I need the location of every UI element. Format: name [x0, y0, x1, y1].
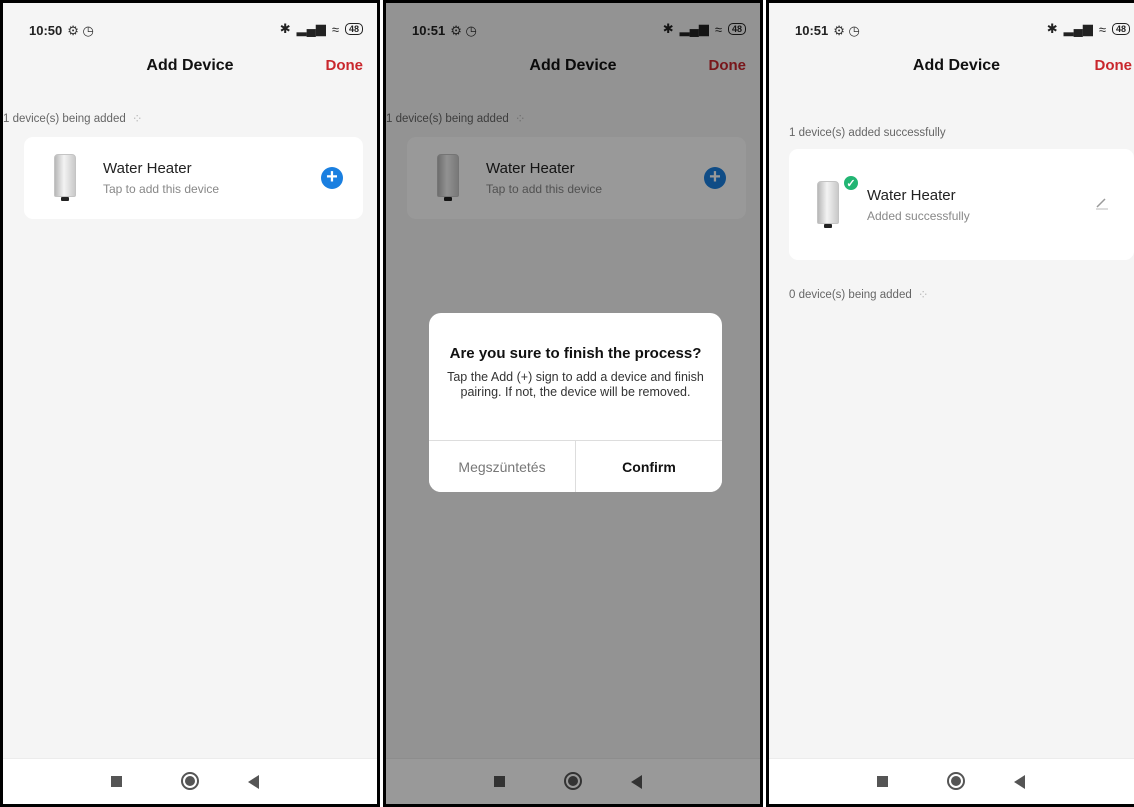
- status-time: 10:50: [29, 23, 63, 38]
- water-heater-icon: [54, 154, 76, 201]
- screen-added-success: 10:51 ⚙ ◷ ✱ ▂▄▆ ≈ 48 Add Device Done 1 de…: [766, 0, 1134, 807]
- water-heater-icon: [817, 181, 839, 228]
- bluetooth-icon: ✱: [1046, 21, 1058, 36]
- page-title: Add Device: [912, 57, 1001, 74]
- nav-header: Add Device Done: [3, 45, 377, 87]
- battery-icon: 48: [344, 23, 363, 35]
- done-button[interactable]: Done: [1095, 57, 1133, 74]
- loading-spinner-icon: ⁘: [917, 287, 929, 302]
- dialog-actions: Megszüntetés Confirm: [429, 440, 722, 492]
- added-success-label: 1 device(s) added successfully: [789, 127, 946, 139]
- cancel-button[interactable]: Megszüntetés: [429, 441, 576, 492]
- being-added-label: 1 device(s) being added ⁘: [3, 111, 143, 126]
- battery-icon: 48: [1111, 23, 1130, 35]
- system-nav-bar: [3, 758, 377, 804]
- device-subtitle: Tap to add this device: [103, 182, 220, 196]
- nav-square-icon[interactable]: [111, 776, 122, 787]
- device-card[interactable]: Water Heater Tap to add this device +: [24, 137, 363, 219]
- pencil-icon[interactable]: [1094, 195, 1110, 211]
- nav-header: Add Device Done: [769, 45, 1134, 87]
- device-name: Water Heater: [103, 160, 192, 177]
- confirm-button[interactable]: Confirm: [576, 441, 722, 492]
- nav-square-icon[interactable]: [877, 776, 888, 787]
- nav-back-icon[interactable]: [248, 775, 259, 789]
- done-button[interactable]: Done: [326, 57, 364, 74]
- device-card-added[interactable]: ✓ Water Heater Added successfully: [789, 149, 1134, 260]
- wifi-icon: ≈: [331, 21, 339, 37]
- alarm-icon: ⚙ ◷: [67, 23, 94, 38]
- signal-icon: ▂▄▆: [1063, 21, 1093, 36]
- add-circle-icon[interactable]: +: [321, 167, 343, 189]
- loading-spinner-icon: ⁘: [131, 111, 143, 126]
- device-subtitle: Added successfully: [867, 209, 970, 223]
- nav-home-icon[interactable]: [181, 772, 199, 790]
- dialog-message: Tap the Add (+) sign to add a device and…: [447, 370, 704, 399]
- status-bar: 10:50 ⚙ ◷ ✱ ▂▄▆ ≈ 48: [3, 3, 377, 45]
- nav-back-icon[interactable]: [1014, 775, 1025, 789]
- dialog-title: Are you sure to finish the process?: [449, 345, 702, 362]
- status-time: 10:51: [795, 23, 829, 38]
- confirm-dialog: Are you sure to finish the process? Tap …: [429, 313, 722, 492]
- screen-confirm-dialog: 10:51 ⚙ ◷ ✱ ▂▄▆ ≈ 48 Add Device Done 1 de…: [383, 0, 763, 807]
- wifi-icon: ≈: [1098, 21, 1106, 37]
- alarm-icon: ⚙ ◷: [833, 23, 860, 38]
- check-icon: ✓: [843, 175, 859, 191]
- status-bar: 10:51 ⚙ ◷ ✱ ▂▄▆ ≈ 48: [769, 3, 1134, 45]
- signal-icon: ▂▄▆: [296, 21, 326, 36]
- nav-home-icon[interactable]: [947, 772, 965, 790]
- screen-add-device-pending: 10:50 ⚙ ◷ ✱ ▂▄▆ ≈ 48 Add Device Done 1 de…: [0, 0, 380, 807]
- page-title: Add Device: [146, 57, 234, 74]
- system-nav-bar: [769, 758, 1134, 804]
- bluetooth-icon: ✱: [279, 21, 291, 36]
- being-added-label: 0 device(s) being added ⁘: [789, 287, 929, 302]
- device-name: Water Heater: [867, 187, 956, 204]
